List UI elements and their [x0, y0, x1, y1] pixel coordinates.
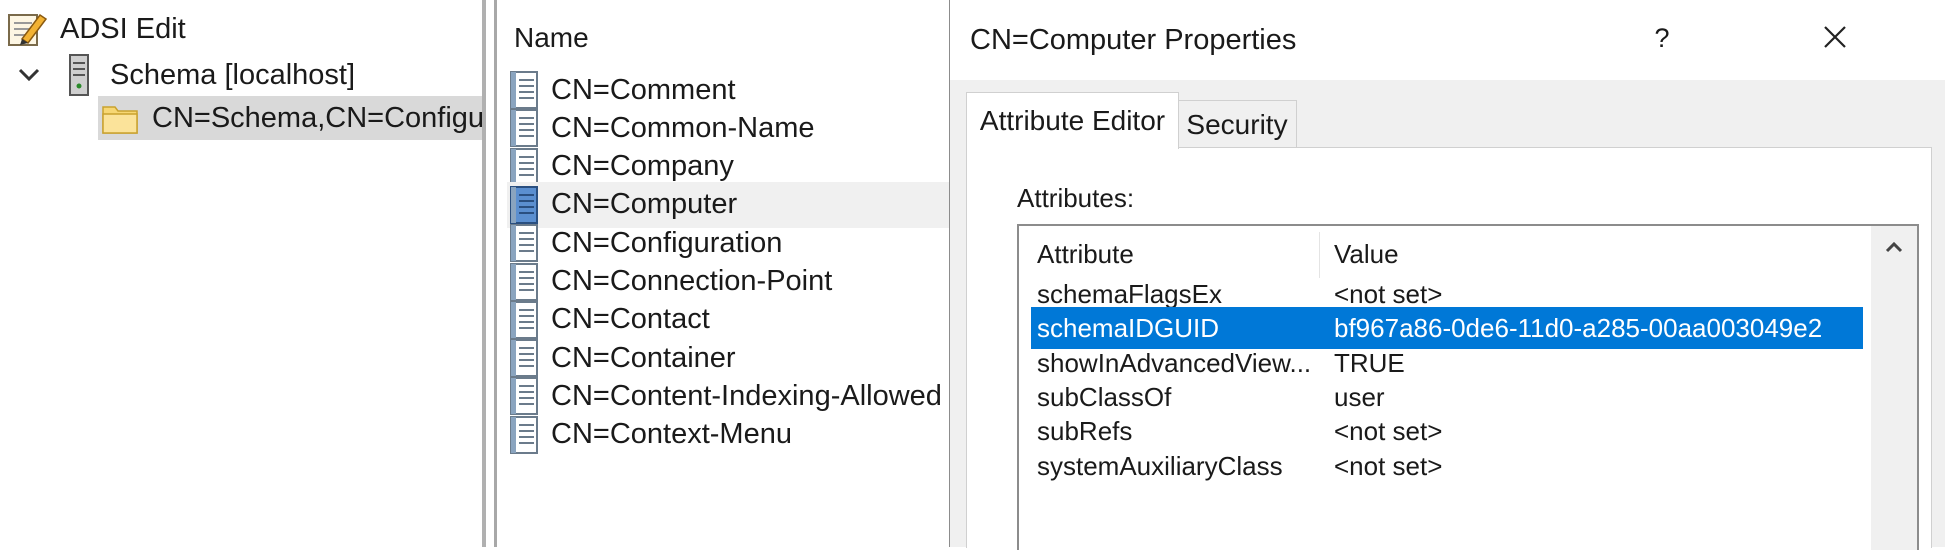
schema-class-document-icon [507, 185, 541, 225]
schema-class-document-icon [507, 262, 541, 302]
schema-class-document-icon [507, 300, 541, 340]
list-item-label: CN=Common-Name [551, 111, 815, 144]
folder-icon [102, 102, 138, 134]
help-button[interactable]: ? [1640, 16, 1684, 60]
table-row[interactable]: systemAuxiliaryClass <not set> [1031, 445, 1863, 487]
scroll-up-button[interactable] [1871, 226, 1917, 272]
adsi-edit-icon [6, 9, 48, 49]
column-divider[interactable] [1319, 232, 1320, 278]
scroll-up-arrow-icon [1885, 240, 1903, 258]
list-item-label: CN=Comment [551, 73, 736, 106]
vertical-scrollbar[interactable] [1871, 226, 1917, 550]
schema-class-document-icon [507, 338, 541, 378]
list-item[interactable]: CN=Context-Menu [507, 412, 949, 458]
list-item-label: CN=Computer [551, 188, 738, 221]
schema-class-document-icon [507, 70, 541, 110]
tree-item-label: ADSI Edit [60, 13, 186, 45]
tree-item-schema[interactable]: Schema [localhost] [12, 53, 355, 97]
tab-attribute-editor[interactable]: Attribute Editor [966, 92, 1179, 149]
list-item-label: CN=Context-Menu [551, 418, 792, 451]
server-icon [64, 53, 94, 97]
list-item-label: CN=Configuration [551, 226, 783, 259]
schema-class-document-icon [507, 415, 541, 455]
schema-class-document-icon [507, 108, 541, 148]
attributes-label: Attributes: [1017, 183, 1135, 213]
list-item-label: CN=Container [551, 341, 736, 374]
list-item-label: CN=Connection-Point [551, 265, 833, 297]
column-header-name[interactable]: Name [514, 18, 589, 58]
schema-class-document-icon [507, 376, 541, 416]
dialog-titlebar[interactable]: CN=Computer Properties ? [950, 0, 1945, 80]
properties-dialog: CN=Computer Properties ? Attribute Edito… [949, 0, 1945, 550]
attribute-editor-page: Attributes: Attribute Value schemaFlagsE… [966, 147, 1932, 550]
attribute-value-cell: <not set> [1334, 450, 1443, 481]
attributes-table: Attribute Value schemaFlagsEx <not set> sc… [1017, 224, 1919, 550]
tab-security[interactable]: Security [1177, 100, 1297, 149]
attribute-name-cell: systemAuxiliaryClass [1037, 450, 1283, 481]
tree-item-adsi-edit[interactable]: ADSI Edit [6, 7, 186, 51]
tree-item-label: Schema [localhost] [110, 59, 356, 91]
tree-item-label: CN=Schema,CN=Configuration [152, 102, 484, 134]
tree-item-schema-configuration[interactable]: CN=Schema,CN=Configuration [98, 96, 484, 140]
list-item-label: CN=Contact [551, 303, 710, 336]
console-tree-pane: ADSI Edit Schema [localhost] CN=Schema,C… [0, 0, 484, 547]
list-item-label: CN=Company [551, 150, 734, 183]
list-item-label: CN=Content-Indexing-Allowed [551, 379, 942, 412]
results-list-pane: Name CN=Comment CN=Common-Name CN=Company C… [497, 0, 949, 547]
dialog-title: CN=Computer Properties [970, 24, 1297, 56]
schema-class-document-icon [507, 223, 541, 263]
schema-class-document-icon [507, 147, 541, 187]
close-icon [1823, 25, 1847, 54]
chevron-down-icon[interactable] [12, 53, 46, 97]
close-button[interactable] [1810, 14, 1860, 64]
